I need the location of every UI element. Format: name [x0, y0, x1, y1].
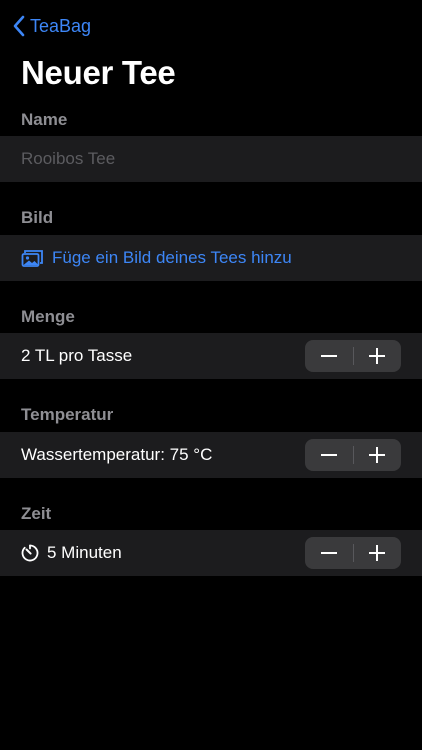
page-title: Neuer Tee	[21, 54, 176, 91]
name-field[interactable]: Rooibos Tee	[0, 136, 422, 182]
back-button-label: TeaBag	[30, 15, 92, 36]
minus-icon	[320, 552, 337, 554]
menge-row: 2 TL pro Tasse	[0, 333, 422, 379]
name-field-placeholder: Rooibos Tee	[21, 149, 116, 168]
temperatur-value: Wassertemperatur: 75 °C	[21, 445, 213, 464]
section-header-zeit: Zeit	[21, 504, 52, 523]
zeit-stepper	[305, 537, 401, 569]
menge-stepper	[305, 340, 401, 372]
photo-stack-icon	[21, 249, 44, 268]
zeit-decrement-button[interactable]	[305, 537, 353, 569]
section-header-name: Name	[21, 110, 68, 129]
zeit-value: 5 Minuten	[47, 543, 122, 562]
add-image-label: Füge ein Bild deines Tees hinzu	[52, 248, 292, 267]
minus-icon	[320, 454, 337, 456]
zeit-increment-button[interactable]	[353, 537, 401, 569]
menge-decrement-button[interactable]	[305, 340, 353, 372]
plus-icon	[369, 545, 386, 561]
menge-value: 2 TL pro Tasse	[21, 346, 133, 365]
temperatur-increment-button[interactable]	[353, 439, 401, 471]
menge-increment-button[interactable]	[353, 340, 401, 372]
section-header-bild: Bild	[21, 208, 54, 227]
add-image-button[interactable]: Füge ein Bild deines Tees hinzu	[0, 235, 422, 281]
back-button[interactable]: TeaBag	[12, 14, 91, 38]
zeit-row: 5 Minuten	[0, 530, 422, 576]
chevron-left-icon	[12, 15, 30, 37]
timer-icon	[21, 544, 39, 562]
temperatur-stepper	[305, 439, 401, 471]
plus-icon	[369, 348, 386, 364]
minus-icon	[320, 355, 337, 357]
plus-icon	[369, 447, 386, 463]
temperatur-row: Wassertemperatur: 75 °C	[0, 432, 422, 478]
section-header-temperatur: Temperatur	[21, 405, 114, 424]
temperatur-decrement-button[interactable]	[305, 439, 353, 471]
section-header-menge: Menge	[21, 307, 75, 326]
